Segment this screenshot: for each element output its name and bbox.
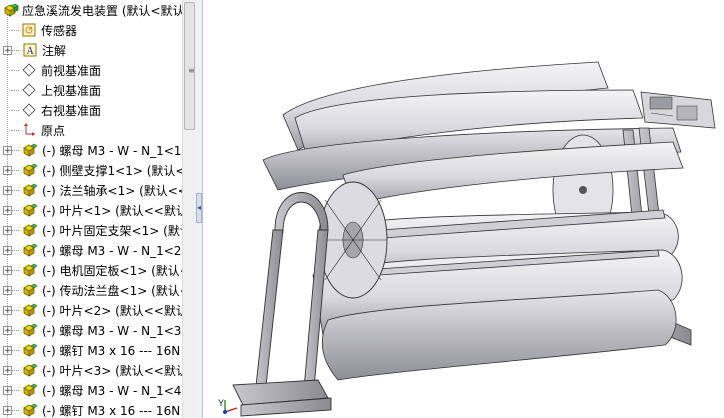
part-icon <box>23 303 38 317</box>
tree-item-label: (-) 螺母 M3 - W - N_1<3 <box>42 324 182 338</box>
tree-connector <box>11 310 19 312</box>
tree-connector <box>11 170 19 172</box>
tree-connector <box>11 130 19 132</box>
tree-connector <box>11 290 19 292</box>
tree-connector <box>11 210 19 212</box>
tree-connector <box>11 410 19 412</box>
tree-item-row[interactable]: 上视基准面 <box>0 80 182 100</box>
graphics-viewport[interactable]: Y <box>203 0 724 418</box>
tree-item-label: (-) 螺母 M3 - W - N_1<1 <box>42 144 182 158</box>
tree-item-label: (-) 叶片<3> (默认<<默认 <box>42 364 182 378</box>
tree-connector <box>11 90 19 92</box>
part-icon <box>23 243 38 257</box>
part-icon <box>23 283 38 297</box>
plane-icon <box>22 63 36 77</box>
tree-scrollbar[interactable]: ≡ <box>182 0 197 418</box>
tree-item-label: (-) 传动法兰盘<1> (默认< <box>42 284 182 298</box>
tree-item-row[interactable]: 原点 <box>0 120 182 140</box>
tree-item-row[interactable]: 右视基准面 <box>0 100 182 120</box>
tree-connector <box>11 390 19 392</box>
part-icon <box>23 383 38 397</box>
tree-connector <box>11 30 19 32</box>
tree-connector <box>11 270 19 272</box>
tree-item-label: (-) 螺母 M3 - W - N_1<2 <box>42 244 182 258</box>
origin-icon <box>24 123 35 136</box>
tree-item-label: 传感器 <box>41 24 78 38</box>
tree-item-label: (-) 螺钉 M3 x 16 --- 16N <box>42 404 181 418</box>
tree-item-label: (-) 螺母 M3 - W - N_1<4 <box>42 384 182 398</box>
tree-root-row[interactable]: 应急溪流发电装置 (默认<默认 <box>0 0 182 20</box>
tree-item-label: (-) 电机固定板<1> (默认< <box>42 264 182 278</box>
part-icon <box>23 163 38 177</box>
tree-root-label: 应急溪流发电装置 (默认<默认 <box>22 4 182 18</box>
tree-item-row[interactable]: + (-) 螺钉 M3 x 16 --- 16N <box>0 340 182 360</box>
part-icon <box>23 143 38 157</box>
annotation-icon: A <box>23 43 37 57</box>
tree-item-label: (-) 法兰轴承<1> (默认<< <box>42 184 182 198</box>
part-icon <box>23 403 38 417</box>
tree-item-row[interactable]: + (-) 叶片<2> (默认<<默认 <box>0 300 182 320</box>
tree-item-row[interactable]: + (-) 螺母 M3 - W - N_1<3 <box>0 320 182 340</box>
plane-icon <box>22 103 36 117</box>
tree-item-row[interactable]: + (-) 传动法兰盘<1> (默认< <box>0 280 182 300</box>
sensor-icon <box>22 23 36 37</box>
tree-item-row[interactable]: 传感器 <box>0 20 182 40</box>
model-render: Y <box>218 61 716 417</box>
tree-item-label: 原点 <box>41 124 66 138</box>
tree-item-row[interactable]: + (-) 叶片<1> (默认<<默认 <box>0 200 182 220</box>
tree-connector <box>11 350 19 352</box>
tree-connector <box>11 370 19 372</box>
scrollbar-thumb[interactable]: ≡ <box>184 2 195 130</box>
left-side-frame <box>232 192 332 417</box>
tree-item-label: 注解 <box>42 44 67 58</box>
tree-item-label: (-) 叶片固定支架<1> (默认 <box>42 224 182 238</box>
tree-item-label: (-) 螺钉 M3 x 16 --- 16N <box>42 344 181 358</box>
assembly-icon <box>4 3 19 17</box>
tree-item-label: (-) 叶片<1> (默认<<默认 <box>42 204 182 218</box>
collapse-panel-button[interactable]: ◂ <box>196 193 202 223</box>
triad-y-label: Y <box>218 398 224 408</box>
tree-item-label: (-) 侧壁支撑1<1> (默认< <box>42 164 182 178</box>
axis-triad-icon: Y <box>218 398 238 414</box>
tree-item-row[interactable]: + (-) 螺母 M3 - W - N_1<1 <box>0 140 182 160</box>
part-icon <box>23 363 38 377</box>
scrollbar-grip-icon: ≡ <box>188 66 195 75</box>
part-icon <box>23 343 38 357</box>
tree-connector <box>11 50 19 52</box>
tree-connector <box>11 110 19 112</box>
tree-item-row[interactable]: + (-) 螺母 M3 - W - N_1<2 <box>0 240 182 260</box>
tree-connector <box>11 230 19 232</box>
part-icon <box>23 223 38 237</box>
tree-connector <box>11 190 19 192</box>
plane-icon <box>22 83 36 97</box>
tree-item-row[interactable]: + (-) 螺钉 M3 x 16 --- 16N <box>0 400 182 418</box>
tree-item-row[interactable]: + (-) 叶片固定支架<1> (默认 <box>0 220 182 240</box>
tree-item-row[interactable]: + (-) 侧壁支撑1<1> (默认< <box>0 160 182 180</box>
tree-item-row[interactable]: + A 注解 <box>0 40 182 60</box>
part-icon <box>23 323 38 337</box>
tree-item-label: 上视基准面 <box>41 84 102 98</box>
tree-item-row[interactable]: + (-) 电机固定板<1> (默认< <box>0 260 182 280</box>
tree-item-label: 右视基准面 <box>41 104 102 118</box>
tree-item-row[interactable]: 前视基准面 <box>0 60 182 80</box>
panel-splitter[interactable]: ◂ <box>196 0 203 418</box>
tree-item-row[interactable]: + (-) 叶片<3> (默认<<默认 <box>0 360 182 380</box>
left-hub <box>318 181 388 299</box>
tree-connector <box>11 70 19 72</box>
part-icon <box>23 203 38 217</box>
tree-item-row[interactable]: + (-) 法兰轴承<1> (默认<< <box>0 180 182 200</box>
tree-item-label: (-) 叶片<2> (默认<<默认 <box>42 304 182 318</box>
feature-manager-tree: 应急溪流发电装置 (默认<默认 传感器 + A 注解 前视基准面 上视基准面 右视基准面 原点… <box>0 0 182 418</box>
part-icon <box>23 263 38 277</box>
svg-text:A: A <box>27 46 35 57</box>
tree-connector <box>11 150 19 152</box>
tree-item-row[interactable]: + (-) 螺母 M3 - W - N_1<4 <box>0 380 182 400</box>
tree-connector <box>11 330 19 332</box>
tree-connector <box>11 250 19 252</box>
controller-board <box>640 91 716 129</box>
part-icon <box>23 183 38 197</box>
tree-item-label: 前视基准面 <box>41 64 102 78</box>
